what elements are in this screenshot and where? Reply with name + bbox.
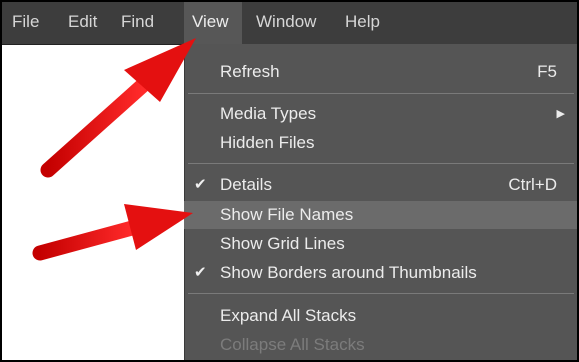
menu-item-label: Expand All Stacks xyxy=(220,306,357,325)
screenshot-frame: File Edit Find View Window Help Refresh … xyxy=(0,0,579,362)
menu-item-label: Show Grid Lines xyxy=(220,234,345,253)
menu-find[interactable]: Find xyxy=(121,2,154,44)
menu-item-refresh[interactable]: Refresh F5 xyxy=(184,58,577,86)
menu-item-shortcut: F5 xyxy=(537,62,557,81)
menu-edit[interactable]: Edit xyxy=(68,2,97,44)
menu-item-label: Media Types xyxy=(220,104,317,123)
checkmark-icon: ✔ xyxy=(194,264,207,281)
menu-window[interactable]: Window xyxy=(256,2,316,44)
menu-item-label: Refresh xyxy=(220,62,280,81)
menu-item-hidden-files[interactable]: Hidden Files xyxy=(184,129,577,157)
menu-item-show-borders[interactable]: ✔ Show Borders around Thumbnails xyxy=(184,259,577,287)
menu-item-label: Show Borders around Thumbnails xyxy=(220,263,477,282)
menu-bar: File Edit Find View Window Help xyxy=(2,2,577,45)
menu-separator xyxy=(188,163,574,164)
checkmark-icon: ✔ xyxy=(194,176,207,193)
submenu-arrow-icon: ▶ xyxy=(556,108,565,120)
menu-item-expand-all-stacks[interactable]: Expand All Stacks xyxy=(184,302,577,330)
menu-view[interactable]: View xyxy=(184,2,242,44)
menu-item-shortcut: Ctrl+D xyxy=(508,175,557,194)
menu-item-details[interactable]: ✔ Details Ctrl+D xyxy=(184,171,577,199)
menu-item-show-file-names[interactable]: Show File Names xyxy=(184,201,577,229)
menu-item-label: Details xyxy=(220,175,272,194)
menu-separator xyxy=(188,293,574,294)
menu-item-show-grid-lines[interactable]: Show Grid Lines xyxy=(184,230,577,258)
menu-item-collapse-all-stacks: Collapse All Stacks xyxy=(184,331,577,359)
view-menu-dropdown: Refresh F5 Media Types ▶ Hidden Files ✔ … xyxy=(184,44,577,360)
menu-item-label: Hidden Files xyxy=(220,133,315,152)
menu-file[interactable]: File xyxy=(12,2,39,44)
menu-item-media-types[interactable]: Media Types ▶ xyxy=(184,100,577,128)
menu-separator xyxy=(188,93,574,94)
menu-help[interactable]: Help xyxy=(345,2,380,44)
menu-item-label: Show File Names xyxy=(220,205,354,224)
menu-item-label: Collapse All Stacks xyxy=(220,335,365,354)
